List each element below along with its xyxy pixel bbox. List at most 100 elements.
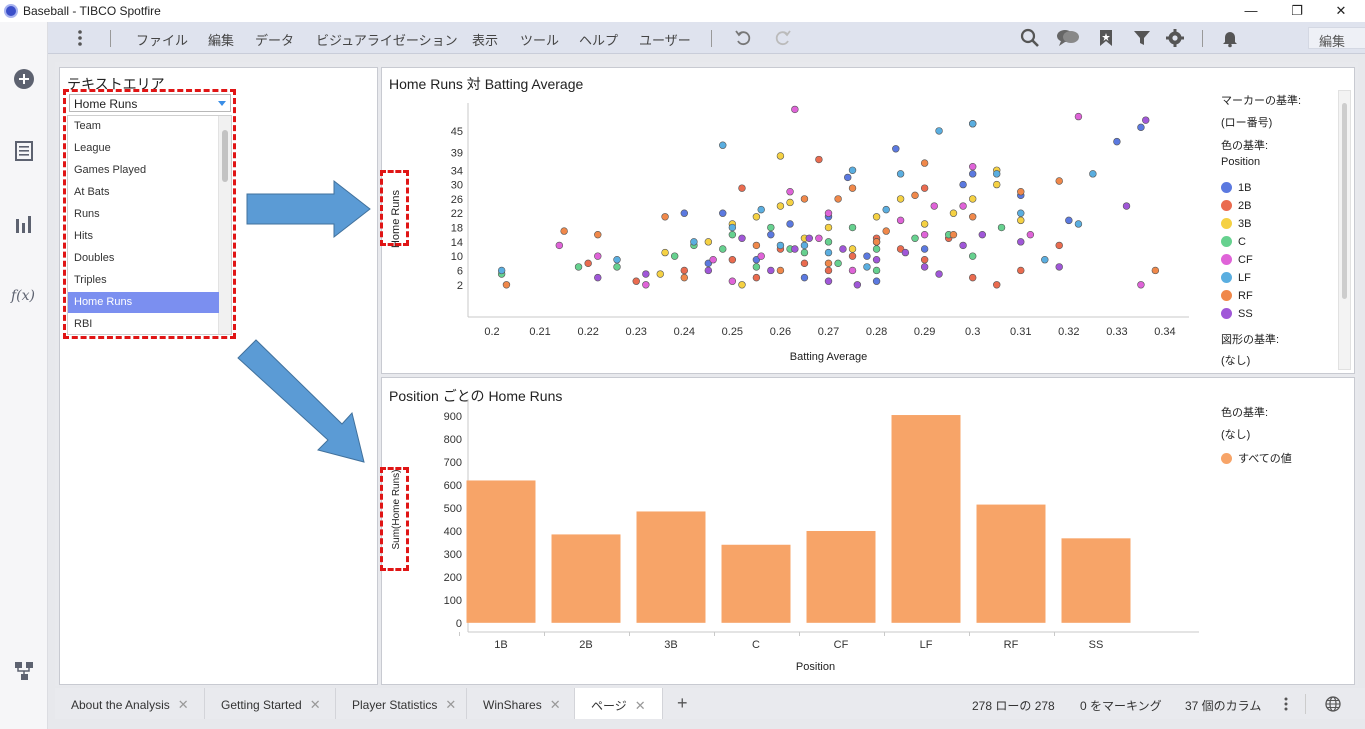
scatter-point-lf[interactable] — [757, 205, 765, 214]
scatter-point-ss[interactable] — [1122, 202, 1131, 210]
page-tab[interactable]: Getting Started ✕ — [205, 688, 336, 719]
scatter-point-2b[interactable] — [680, 266, 688, 275]
page-tab[interactable]: ページ ✕ — [575, 688, 663, 719]
menu-tools[interactable]: ツール — [520, 30, 559, 49]
scatter-point-1b[interactable] — [1113, 137, 1121, 146]
scatter-point-2b[interactable] — [968, 273, 977, 282]
bar-3b[interactable] — [636, 511, 706, 623]
scatter-point-3b[interactable] — [949, 209, 958, 217]
scatter-point-1b[interactable] — [767, 230, 775, 239]
scatter-point-3b[interactable] — [776, 152, 785, 160]
legend-item-1b[interactable]: 1B — [1221, 182, 1251, 194]
color-by-value[interactable]: Position — [1221, 156, 1260, 168]
scatter-point-c[interactable] — [752, 263, 761, 271]
scatter-point-1b[interactable] — [968, 170, 977, 178]
scatter-point-cf[interactable] — [920, 230, 929, 239]
scatter-point-c[interactable] — [767, 223, 775, 232]
scatter-point-1b[interactable] — [920, 245, 929, 253]
scatter-point-3b[interactable] — [661, 248, 669, 257]
globe-icon[interactable] — [1325, 696, 1341, 712]
scatter-point-c[interactable] — [872, 266, 881, 275]
legend-item-lf[interactable]: LF — [1221, 272, 1251, 284]
scatter-plot[interactable]: 0.2 0.21 0.22 0.23 0.24 0.25 0.26 0.27 0.28 0.29 0… — [381, 67, 1211, 374]
scatter-point-rf[interactable] — [949, 230, 958, 239]
scatter-point-lf[interactable] — [728, 223, 737, 232]
scatter-point-rf[interactable] — [834, 195, 842, 203]
scatter-point-lf[interactable] — [824, 248, 833, 257]
scatter-point-3b[interactable] — [752, 213, 761, 221]
scatter-point-3b[interactable] — [968, 195, 977, 203]
scatter-point-rf[interactable] — [1055, 177, 1063, 185]
minimize-button[interactable]: — — [1228, 0, 1274, 22]
scatter-point-cf[interactable] — [930, 202, 938, 210]
scatter-point-cf[interactable] — [1026, 230, 1035, 239]
scatter-point-lf[interactable] — [993, 170, 1001, 178]
scatter-point-rf[interactable] — [661, 213, 669, 221]
marker-by-value[interactable]: (ロー番号) — [1221, 114, 1272, 130]
menu-file[interactable]: ファイル — [136, 30, 188, 49]
mode-select[interactable]: 編集 — [1308, 27, 1365, 49]
scatter-point-lf[interactable] — [935, 127, 943, 135]
scatter-point-lf[interactable] — [1017, 209, 1025, 217]
x-axis-title[interactable]: Batting Average — [790, 351, 867, 363]
scatter-point-3b[interactable] — [848, 245, 857, 253]
scatter-point-3b[interactable] — [824, 223, 833, 232]
restore-button[interactable]: ❐ — [1274, 0, 1320, 22]
scatter-point-c[interactable] — [872, 245, 881, 253]
scatter-point-rf[interactable] — [911, 191, 919, 200]
scatter-point-1b[interactable] — [863, 252, 871, 260]
more-vertical-icon[interactable] — [70, 28, 90, 48]
scatter-point-c[interactable] — [911, 234, 919, 242]
scatter-point-3b[interactable] — [776, 202, 785, 210]
scatter-point-cf[interactable] — [1137, 281, 1145, 289]
scatter-point-lf[interactable] — [968, 120, 977, 128]
legend-item-rf[interactable]: RF — [1221, 290, 1253, 302]
scatter-point-cf[interactable] — [786, 188, 794, 196]
more-vertical-icon[interactable] — [1279, 697, 1293, 711]
scatter-point-c[interactable] — [800, 248, 809, 257]
scatter-point-rf[interactable] — [594, 230, 602, 239]
scatter-point-ss[interactable] — [594, 273, 602, 282]
scatter-point-lf[interactable] — [882, 205, 890, 214]
scatter-point-rf[interactable] — [752, 241, 761, 250]
scatter-point-lf[interactable] — [863, 263, 871, 271]
scatter-point-1b[interactable] — [892, 145, 900, 153]
scatter-point-cf[interactable] — [896, 216, 905, 225]
scatter-point-3b[interactable] — [993, 180, 1001, 189]
scatter-point-lf[interactable] — [690, 238, 698, 246]
scatter-point-lf[interactable] — [1074, 220, 1083, 228]
scatter-point-ss[interactable] — [1017, 238, 1025, 246]
scatter-point-ss[interactable] — [935, 270, 943, 278]
scatter-point-ss[interactable] — [824, 277, 833, 285]
legend-item-ss[interactable]: SS — [1221, 308, 1253, 320]
scatter-point-3b[interactable] — [704, 238, 713, 246]
scatter-point-2b[interactable] — [1055, 241, 1063, 250]
shape-by-value[interactable]: (なし) — [1221, 352, 1250, 368]
scatter-point-1b[interactable] — [719, 209, 727, 217]
scatter-point-c[interactable] — [670, 252, 679, 260]
bar-2b[interactable] — [551, 534, 621, 623]
scatter-point-2b[interactable] — [728, 256, 737, 264]
scatter-point-rf[interactable] — [502, 281, 511, 289]
scatter-point-rf[interactable] — [968, 213, 977, 221]
scatter-point-3b[interactable] — [896, 195, 905, 203]
scatter-point-2b[interactable] — [632, 277, 640, 285]
scatter-point-cf[interactable] — [709, 256, 717, 264]
scatter-point-c[interactable] — [728, 230, 737, 239]
comments-icon[interactable] — [1055, 28, 1081, 48]
close-tab-icon[interactable]: ✕ — [550, 697, 561, 712]
flow-icon[interactable] — [13, 660, 35, 682]
scatter-point-1b[interactable] — [1065, 216, 1073, 225]
scatter-point-lf[interactable] — [1089, 170, 1097, 178]
search-icon[interactable] — [1020, 28, 1040, 48]
scatter-point-lf[interactable] — [800, 241, 809, 250]
scatter-point-lf[interactable] — [776, 241, 785, 250]
scatter-point-ss[interactable] — [791, 245, 799, 253]
scatter-point-2b[interactable] — [752, 273, 761, 282]
fx-icon[interactable]: f(x) — [11, 288, 41, 310]
notification-bell-icon[interactable] — [1220, 28, 1240, 48]
bar-c[interactable] — [721, 544, 791, 623]
scatter-point-cf[interactable] — [959, 202, 967, 210]
scatter-point-c[interactable] — [824, 238, 833, 246]
scatter-point-lf[interactable] — [848, 166, 857, 174]
